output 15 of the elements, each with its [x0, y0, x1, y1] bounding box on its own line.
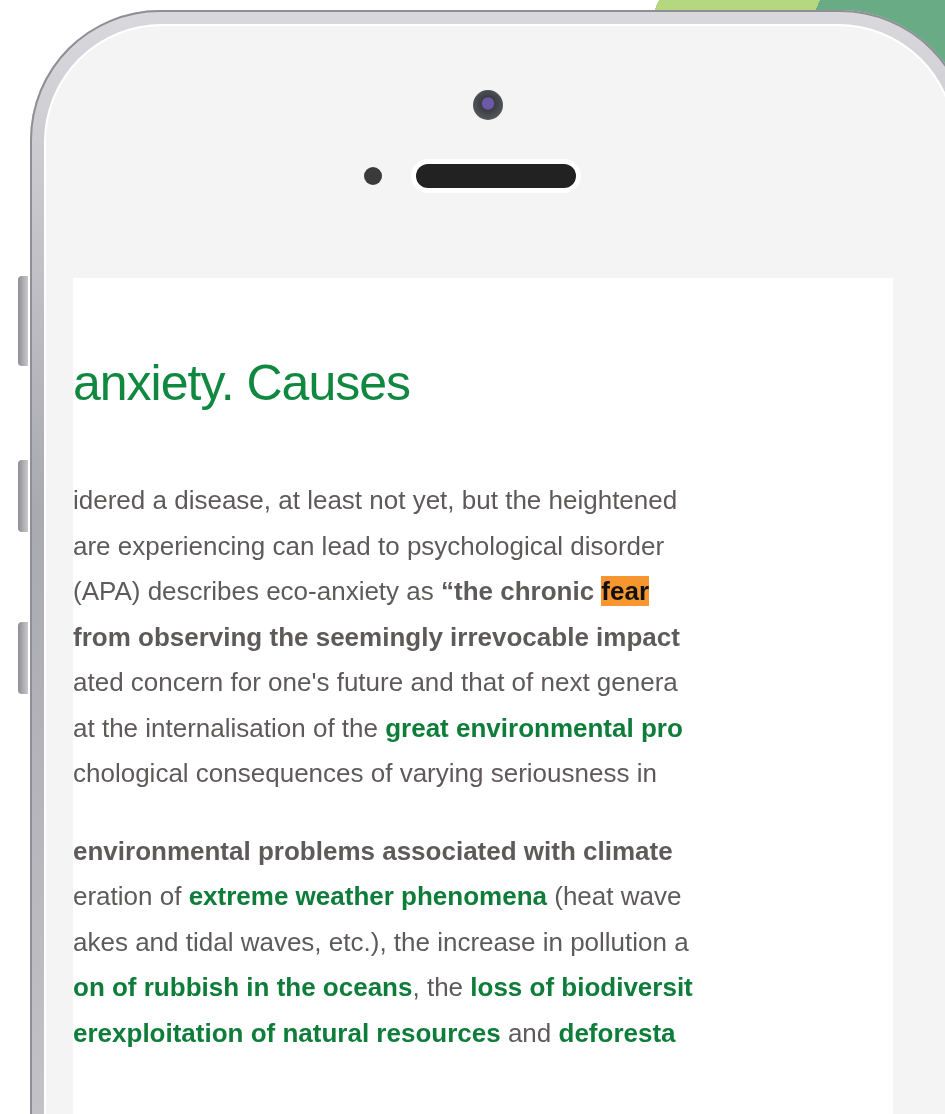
text-line: from observing the seemingly irrevocable impact: [73, 620, 680, 654]
text-line: (APA) describes eco-anxiety as “the chronic fear: [73, 575, 650, 608]
sensor-icon: [364, 167, 382, 185]
text-line: erexploitation of natural resources and deforesta: [73, 1016, 676, 1050]
text-line: at the internalisation of the great environmental pro: [73, 711, 683, 745]
text-line: on of rubbish in the oceans, the loss of biodiversit: [73, 971, 693, 1004]
text-line: idered a disease, at least not yet, but the heightened: [73, 484, 678, 517]
text-line: eration of extreme weather phenomena (heat wave: [73, 880, 682, 913]
camera-icon: [473, 90, 503, 120]
article-heading: anxiety. Causes: [73, 354, 411, 412]
text-line: environmental problems associated with climate: [73, 834, 673, 868]
text-line: are experiencing can lead to psychological disorder: [73, 529, 665, 563]
text-line: akes and tidal waves, etc.), the increase in pollution a: [73, 925, 689, 959]
text-line: ated concern for one's future and that of next genera: [73, 666, 678, 699]
text-line: chological consequences of varying seriousness in: [73, 757, 657, 790]
